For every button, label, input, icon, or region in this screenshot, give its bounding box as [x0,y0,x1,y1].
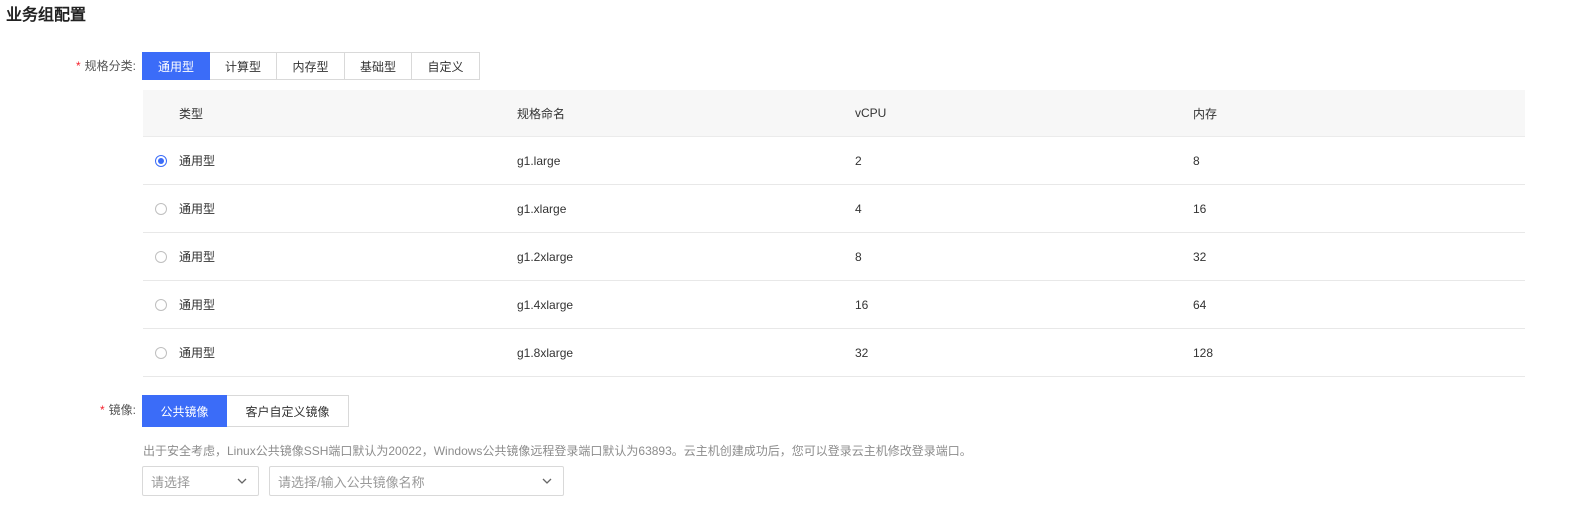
chevron-down-icon [236,475,248,487]
port-hint-text: 出于安全考虑，Linux公共镜像SSH端口默认为20022，Windows公共镜… [143,444,972,458]
cell-vcpu: 32 [855,345,869,360]
cell-spec-name: g1.2xlarge [517,249,574,264]
chevron-down-icon [541,475,553,487]
spec-label-text: 规格分类: [84,59,136,73]
column-header-type: 类型 [179,106,204,121]
table-row[interactable]: 通用型 g1.large 2 8 [143,137,1525,185]
cell-vcpu: 4 [855,201,862,216]
cell-type: 通用型 [179,202,216,216]
table-header: 类型 规格命名 vCPU 内存 [143,90,1525,137]
cell-type: 通用型 [179,250,216,264]
required-mark: * [99,403,105,417]
radio-icon[interactable] [155,250,167,263]
required-mark: * [75,59,81,73]
column-header-memory: 内存 [1193,106,1218,121]
os-select-placeholder: 请选择 [151,474,191,490]
tab-custom[interactable]: 自定义 [412,52,480,80]
radio-icon[interactable] [155,298,167,311]
cell-spec-name: g1.4xlarge [517,297,574,312]
cell-memory: 128 [1193,345,1214,360]
radio-icon[interactable] [155,346,167,359]
public-image-select[interactable]: 请选择/输入公共镜像名称 [269,466,564,496]
cell-memory: 8 [1193,153,1200,168]
table-row[interactable]: 通用型 g1.2xlarge 8 32 [143,233,1525,281]
radio-icon[interactable] [155,154,167,167]
table-row[interactable]: 通用型 g1.4xlarge 16 64 [143,281,1525,329]
cell-spec-name: g1.8xlarge [517,345,574,360]
spec-table: 类型 规格命名 vCPU 内存 通用型 g1.large 2 8 通用型 g1.… [143,90,1525,377]
image-label-text: 镜像: [108,403,136,417]
radio-icon[interactable] [155,202,167,215]
cell-memory: 16 [1193,201,1207,216]
cell-memory: 32 [1193,249,1207,264]
cell-vcpu: 8 [855,249,862,264]
table-row[interactable]: 通用型 g1.xlarge 4 16 [143,185,1525,233]
column-header-spec-name: 规格命名 [517,106,566,121]
cell-spec-name: g1.large [517,153,561,168]
cell-vcpu: 16 [855,297,869,312]
spec-category-label: * 规格分类: [64,56,136,76]
tab-general[interactable]: 通用型 [142,52,210,80]
cell-spec-name: g1.xlarge [517,201,567,216]
cell-type: 通用型 [179,346,216,360]
cell-memory: 64 [1193,297,1207,312]
tab-memory[interactable]: 内存型 [277,52,345,80]
tab-public-image[interactable]: 公共镜像 [142,395,227,427]
tab-compute[interactable]: 计算型 [210,52,277,80]
cell-type: 通用型 [179,298,216,312]
table-row[interactable]: 通用型 g1.8xlarge 32 128 [143,329,1525,377]
image-type-tabs: 公共镜像 客户自定义镜像 [142,395,349,427]
tab-basic[interactable]: 基础型 [345,52,412,80]
tab-custom-image[interactable]: 客户自定义镜像 [227,395,349,427]
column-header-vcpu: vCPU [855,106,887,120]
section-title: 业务组配置 [6,7,87,24]
cell-vcpu: 2 [855,153,862,168]
spec-category-tabs: 通用型 计算型 内存型 基础型 自定义 [142,52,480,80]
image-select-placeholder: 请选择/输入公共镜像名称 [278,474,425,490]
image-label: * 镜像: [64,400,136,420]
cell-type: 通用型 [179,154,216,168]
os-select[interactable]: 请选择 [142,466,259,496]
